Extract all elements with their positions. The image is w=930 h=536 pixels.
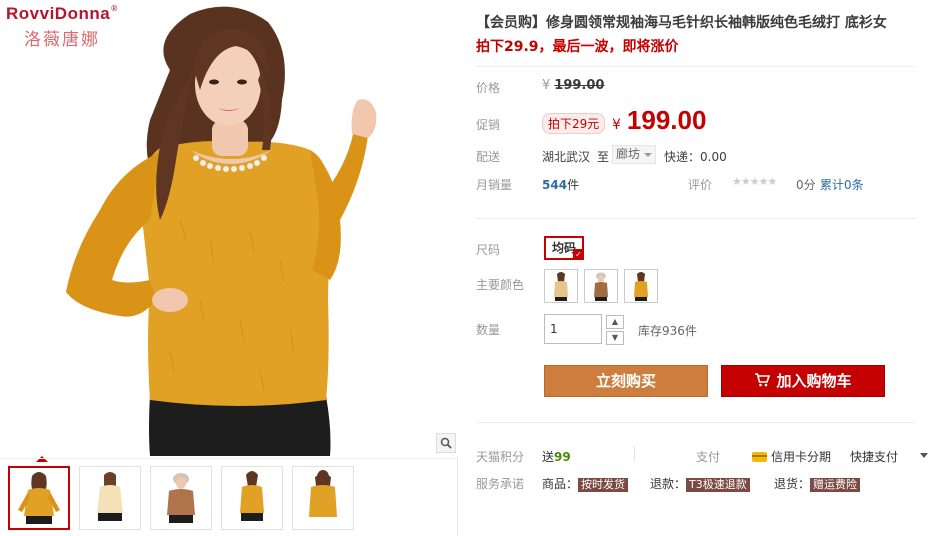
chevron-down-icon [644, 153, 652, 157]
promo-tag: 拍下29元 [542, 113, 606, 134]
points-value: 99 [554, 450, 571, 464]
points-prefix: 送 [542, 450, 555, 464]
main-product-image[interactable]: RovviDonna® 洛薇唐娜 [0, 0, 458, 456]
divider [476, 422, 916, 423]
model-photo [66, 6, 377, 456]
original-price: ¥199.00 [542, 78, 604, 93]
thumbnail-3[interactable] [150, 466, 212, 530]
quick-pay-link[interactable]: 快捷支付 [850, 448, 898, 465]
brand-name-en: RovviDonna [6, 4, 111, 23]
thumbnail-4[interactable] [221, 466, 283, 530]
rating-score: 0分 [796, 178, 816, 192]
divider [476, 66, 916, 67]
service-prefix: 退款： [650, 477, 687, 491]
service-item-return: 退货： 赠运费险 [774, 475, 861, 492]
thumbnail-1[interactable] [8, 466, 70, 530]
chevron-down-icon[interactable] [920, 453, 928, 458]
shipping-fee: 快递：0.00 [664, 150, 727, 164]
registered-mark: ® [110, 4, 119, 13]
service-tag[interactable]: 赠运费险 [810, 478, 861, 492]
quantity-decrease-button[interactable]: ▼ [606, 331, 624, 345]
buy-now-button[interactable]: 立刻购买 [544, 365, 708, 397]
credit-installment-label: 信用卡分期 [771, 450, 832, 464]
currency-symbol: ¥ [542, 78, 551, 93]
service-item-shipping: 商品： 按时发货 [542, 475, 629, 492]
credit-card-icon [752, 451, 767, 462]
quantity-input[interactable]: 1 [544, 314, 602, 344]
color-option-yellow[interactable] [544, 269, 578, 303]
monthly-sales-label: 月销量 [476, 178, 513, 192]
shipping-label: 配送 [476, 150, 501, 164]
service-prefix: 退货： [774, 477, 811, 491]
color-label: 主要颜色 [476, 278, 525, 292]
tmall-points: 送99 [542, 448, 571, 465]
service-tag[interactable]: 按时发货 [578, 478, 629, 492]
star-rating-icon: ★★★★★ [732, 175, 777, 188]
left-hand [152, 288, 188, 312]
cart-icon [755, 373, 771, 387]
thumbnail-strip [0, 458, 458, 536]
product-gallery: RovviDonna® 洛薇唐娜 [0, 0, 458, 536]
quantity-label: 数量 [476, 323, 501, 337]
quantity-increase-button[interactable]: ▲ [606, 315, 624, 329]
brand-name-cn: 洛薇唐娜 [24, 30, 100, 50]
monthly-sales: 544件 [542, 176, 579, 193]
product-title: 【会员购】修身圆领常规袖海马毛针织长袖韩版纯色毛绒打 底衫女 [476, 15, 887, 31]
price-label: 价格 [476, 81, 501, 95]
credit-installment-link[interactable]: 信用卡分期 [752, 448, 831, 465]
destination-city: 廊坊 [616, 147, 641, 161]
promo-price: ¥199.00 [612, 105, 706, 136]
rating-label: 评价 [688, 178, 713, 192]
thumbnail-2[interactable] [79, 466, 141, 530]
ship-from: 湖北武汉 [542, 150, 591, 164]
promo-price-value: 199.00 [626, 105, 707, 135]
size-option-one-size[interactable]: 均码 ✓ [544, 236, 584, 260]
checkmark-icon: ✓ [573, 249, 584, 260]
product-page: RovviDonna® 洛薇唐娜 【会员购】修身圆领常规袖海马毛针织长袖韩版纯色… [0, 0, 930, 536]
service-label: 服务承诺 [476, 477, 525, 491]
stock-count: 库存936件 [638, 324, 697, 338]
product-subtitle: 拍下29.9，最后一波，即将涨价 [476, 39, 679, 55]
service-prefix: 商品： [542, 477, 579, 491]
vertical-divider [634, 446, 635, 462]
promo-label: 促销 [476, 118, 501, 132]
tmall-points-label: 天猫积分 [476, 450, 525, 464]
add-to-cart-label: 加入购物车 [776, 372, 852, 390]
sales-unit: 件 [567, 178, 580, 192]
add-to-cart-button[interactable]: 加入购物车 [721, 365, 885, 397]
service-item-refund: 退款： T3极速退款 [650, 475, 750, 492]
product-info-panel: 【会员购】修身圆领常规袖海马毛针织长袖韩版纯色毛绒打 底衫女 拍下29.9，最后… [476, 0, 930, 536]
thumbnail-5[interactable] [292, 466, 354, 530]
brand-logo: RovviDonna® 洛薇唐娜 [6, 4, 118, 50]
magnifier-icon[interactable] [436, 433, 456, 453]
size-label: 尺码 [476, 243, 501, 257]
destination-city-select[interactable]: 廊坊 [612, 145, 656, 164]
color-option-camel[interactable] [624, 269, 658, 303]
original-price-value: 199.00 [554, 78, 605, 93]
review-count-link[interactable]: 累计0条 [820, 176, 864, 193]
promo-currency: ¥ [612, 117, 621, 133]
divider [476, 218, 916, 219]
right-hand [351, 99, 377, 138]
sales-count: 544 [542, 178, 568, 192]
payment-label: 支付 [696, 450, 721, 464]
ship-to-word: 至 [597, 150, 610, 164]
service-tag[interactable]: T3极速退款 [686, 478, 750, 492]
color-option-beige[interactable] [584, 269, 618, 303]
